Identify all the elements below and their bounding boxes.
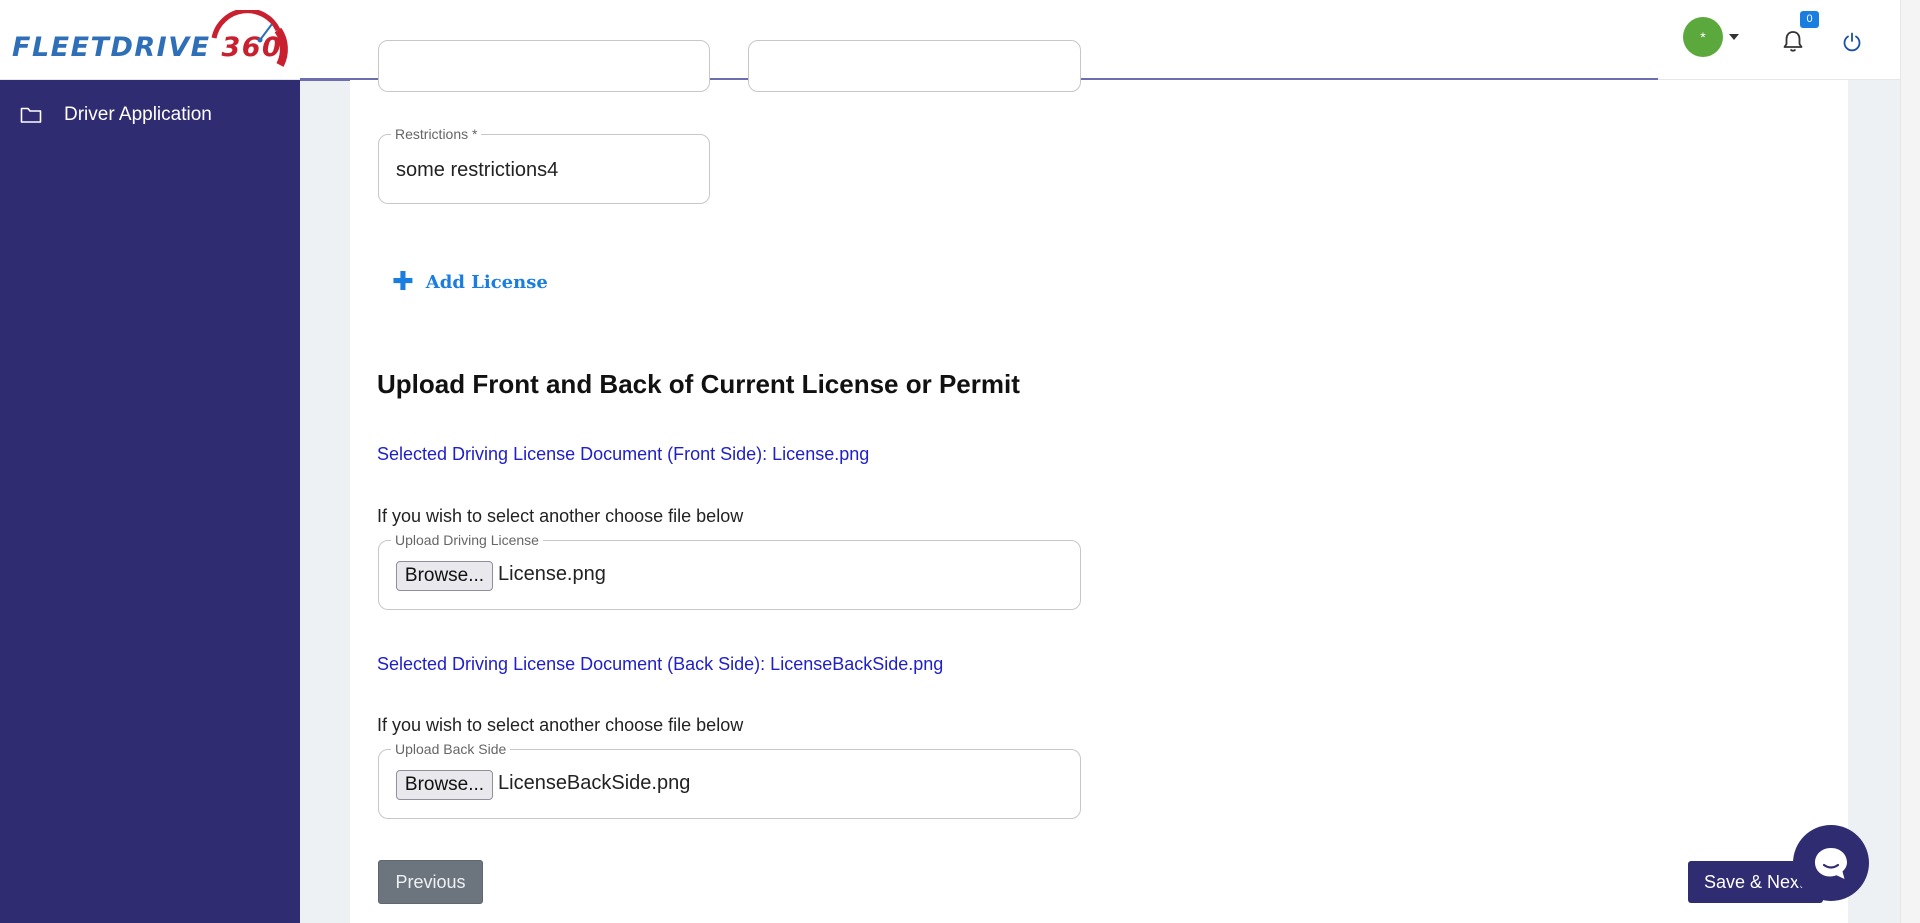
add-license-button[interactable]: ✚ Add License	[392, 269, 548, 295]
upload-back-side-label: Upload Back Side	[391, 741, 511, 757]
front-file-name: License.png	[498, 563, 606, 585]
upload-driving-license-label: Upload Driving License	[391, 532, 543, 548]
chevron-down-icon[interactable]	[1729, 34, 1739, 40]
chat-icon	[1815, 848, 1847, 879]
back-selected-document[interactable]: Selected Driving License Document (Back …	[377, 654, 943, 675]
folder-icon	[20, 107, 42, 123]
sidebar-item-driver-application[interactable]: Driver Application	[20, 104, 212, 126]
upload-section-title: Upload Front and Back of Current License…	[377, 369, 1020, 399]
back-file-name: LicenseBackSide.png	[498, 772, 691, 794]
power-icon[interactable]	[1842, 32, 1862, 52]
restrictions-field[interactable]: Restrictions * some restrictions4	[378, 126, 710, 204]
chat-launcher[interactable]	[1793, 825, 1869, 901]
fleetdrive-logo[interactable]: FLEETDRIVE 360	[10, 10, 300, 70]
user-avatar[interactable]: *	[1683, 17, 1723, 57]
sidebar-item-label: Driver Application	[64, 104, 212, 125]
browse-front-button[interactable]: Browse...	[396, 561, 493, 591]
front-hint-text: If you wish to select another choose fil…	[377, 506, 744, 526]
plus-icon: ✚	[392, 267, 414, 297]
back-hint-text: If you wish to select another choose fil…	[377, 715, 744, 735]
page-scrollbar[interactable]	[1900, 0, 1920, 923]
add-license-label: Add License	[425, 271, 548, 293]
restrictions-label: Restrictions *	[391, 126, 482, 142]
previous-button[interactable]: Previous	[378, 860, 483, 904]
notification-count-badge: 0	[1800, 11, 1819, 28]
speedometer-icon	[211, 10, 288, 67]
sidebar: Driver Application	[0, 80, 300, 923]
front-selected-document[interactable]: Selected Driving License Document (Front…	[377, 444, 869, 465]
bell-icon[interactable]	[1782, 29, 1804, 53]
upload-back-side-field[interactable]: Upload Back Side Browse... LicenseBackSi…	[378, 741, 1081, 819]
upload-driving-license-field[interactable]: Upload Driving License Browse... License…	[378, 532, 1081, 610]
logo-wordmark: FLEETDRIVE	[12, 32, 211, 63]
restrictions-value[interactable]: some restrictions4	[396, 159, 558, 182]
browse-back-button[interactable]: Browse...	[396, 770, 493, 800]
license-field-partial-2[interactable]	[748, 40, 1081, 92]
license-field-partial-1[interactable]	[378, 40, 710, 92]
